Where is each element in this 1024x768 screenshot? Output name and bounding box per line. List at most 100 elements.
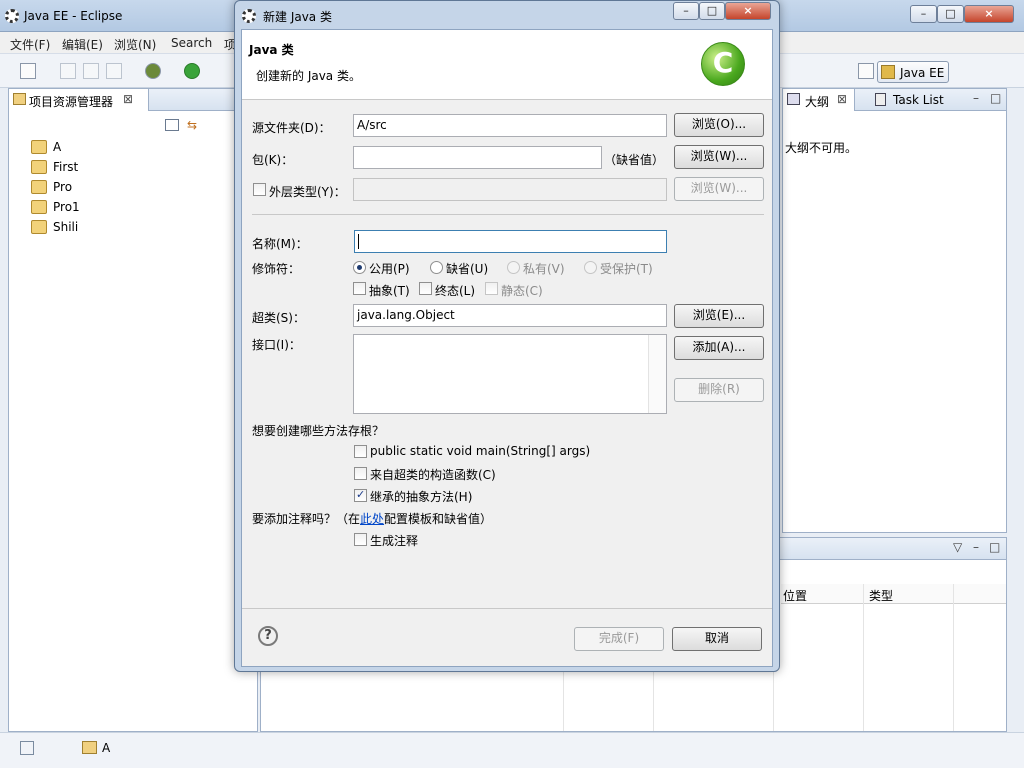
text-caret [358,234,359,249]
source-folder-label: 源文件夹(D)： [252,121,331,135]
stub-constructors-label: 来自超类的构造函数(C) [370,468,496,482]
modifier-public-radio[interactable] [353,261,366,274]
java-ee-icon [881,65,895,79]
modifiers-label: 修饰符： [252,262,301,276]
eclipse-gear-icon [242,9,256,23]
help-icon[interactable]: ? [258,626,278,646]
maximize-button[interactable]: □ [937,5,964,23]
table-header: 位置 类型 [781,584,1006,604]
new-class-wizard-icon [701,42,745,86]
configure-templates-link[interactable]: 此处 [360,512,384,526]
modifier-static-label: 静态(C) [501,284,543,298]
enclosing-type-field [353,178,667,201]
close-button[interactable]: × [964,5,1014,23]
header-description: 创建新的 Java 类。 [256,69,361,83]
outline-tabbar: 大纲 ⊠ Task List – □ [783,89,1006,111]
modifier-final-label: 终态(L) [435,284,476,298]
comments-question: 要添加注释吗？（在此处配置模板和缺省值） [252,510,492,527]
debug-icon[interactable] [145,63,161,79]
project-explorer-tabbar: 项目资源管理器 ⊠ [9,89,257,111]
cancel-button[interactable]: 取消 [672,627,762,651]
separator [242,608,772,609]
view-menu-icon[interactable]: ▽ [953,540,962,554]
menu-edit[interactable]: 编辑(E) [62,36,103,53]
finish-button: 完成(F) [574,627,664,651]
interfaces-label: 接口(I)： [252,338,301,352]
package-default-label: （缺省值） [604,153,665,167]
link-editor-icon[interactable]: ⇆ [187,119,203,131]
modifier-final-checkbox[interactable] [419,282,432,295]
menu-navigate[interactable]: 浏览(N) [114,36,156,53]
project-explorer: 项目资源管理器 ⊠ ⇆ A First Pro Pro1 Shili [8,88,258,732]
class-name-field[interactable] [354,230,667,253]
perspective-label: Java EE [900,66,945,80]
tab-task-list[interactable]: Task List [875,89,955,111]
tab-project-explorer-label: 项目资源管理器 [29,95,114,109]
package-field[interactable] [353,146,602,169]
collapse-all-icon[interactable] [165,119,179,131]
menu-search[interactable]: Search [171,36,212,50]
close-tab-icon[interactable]: ⊠ [837,92,847,106]
tab-project-explorer[interactable]: 项目资源管理器 ⊠ [9,89,149,111]
stub-inherited-checkbox[interactable] [354,488,367,502]
enclosing-type-checkbox[interactable] [253,183,266,196]
task-list-icon [875,93,886,106]
modifier-default-label: 缺省(U) [446,262,489,276]
modifier-abstract-checkbox[interactable] [353,282,366,295]
minimize-button[interactable]: – [910,5,937,23]
project-icon [31,140,47,154]
source-folder-field[interactable]: A/src [353,114,667,137]
enclosing-type-label: 外层类型(Y)： [269,185,346,199]
minimize-view-icon[interactable]: – [973,540,979,554]
generate-comments-checkbox[interactable] [354,533,367,546]
tab-outline-label: 大纲 [805,95,830,109]
dialog-maximize-button[interactable]: □ [699,2,725,20]
stub-inherited-label: 继承的抽象方法(H) [370,490,473,504]
maximize-view-icon[interactable]: □ [989,540,1000,554]
dialog-close-button[interactable]: × [725,2,771,20]
add-interface-button[interactable]: 添加(A)... [674,336,764,360]
open-perspective-icon[interactable] [858,63,874,79]
minimize-view-icon[interactable]: – [973,91,979,105]
run-icon[interactable] [184,63,200,79]
browse-source-button[interactable]: 浏览(O)... [674,113,764,137]
superclass-field[interactable]: java.lang.Object [353,304,667,327]
interfaces-scrollbar[interactable] [648,335,666,413]
column-type[interactable]: 类型 [869,587,893,604]
project-icon [31,200,47,214]
status-bar: A [0,732,1024,768]
comments-suffix: 配置模板和缺省值） [384,512,493,526]
stub-constructors-checkbox[interactable] [354,467,367,480]
browse-package-button[interactable]: 浏览(W)... [674,145,764,169]
browse-superclass-button[interactable]: 浏览(E)... [674,304,764,328]
project-icon [31,220,47,234]
stub-main-checkbox[interactable] [354,445,367,458]
separator [252,214,764,215]
modifier-public-label: 公用(P) [369,262,410,276]
modifier-private-radio [507,261,520,274]
menu-file[interactable]: 文件(F) [10,36,50,53]
save-icon[interactable] [60,63,76,79]
modifier-default-radio[interactable] [430,261,443,274]
tab-outline[interactable]: 大纲 ⊠ [783,89,855,111]
dialog-title-bar: 新建 Java 类 – □ × [235,1,779,31]
dialog-minimize-button[interactable]: – [673,2,699,20]
perspective-java-ee[interactable]: Java EE [877,61,949,83]
interfaces-list[interactable] [353,334,667,414]
name-label: 名称(M)： [252,237,308,251]
column-location[interactable]: 位置 [783,587,807,604]
column-divider [863,584,864,731]
eclipse-gear-icon [5,9,19,23]
modifier-abstract-label: 抽象(T) [369,284,410,298]
maximize-view-icon[interactable]: □ [990,91,1001,105]
fast-view-icon[interactable] [20,741,34,755]
close-tab-icon[interactable]: ⊠ [123,92,133,106]
new-icon[interactable] [20,63,36,79]
eclipse-title: Java EE - Eclipse [24,9,123,23]
outline-view: 大纲 ⊠ Task List – □ 大纲不可用。 [782,88,1007,533]
print-icon[interactable] [106,63,122,79]
column-divider [953,584,954,731]
project-icon [82,741,97,754]
project-icon [31,180,47,194]
save-all-icon[interactable] [83,63,99,79]
